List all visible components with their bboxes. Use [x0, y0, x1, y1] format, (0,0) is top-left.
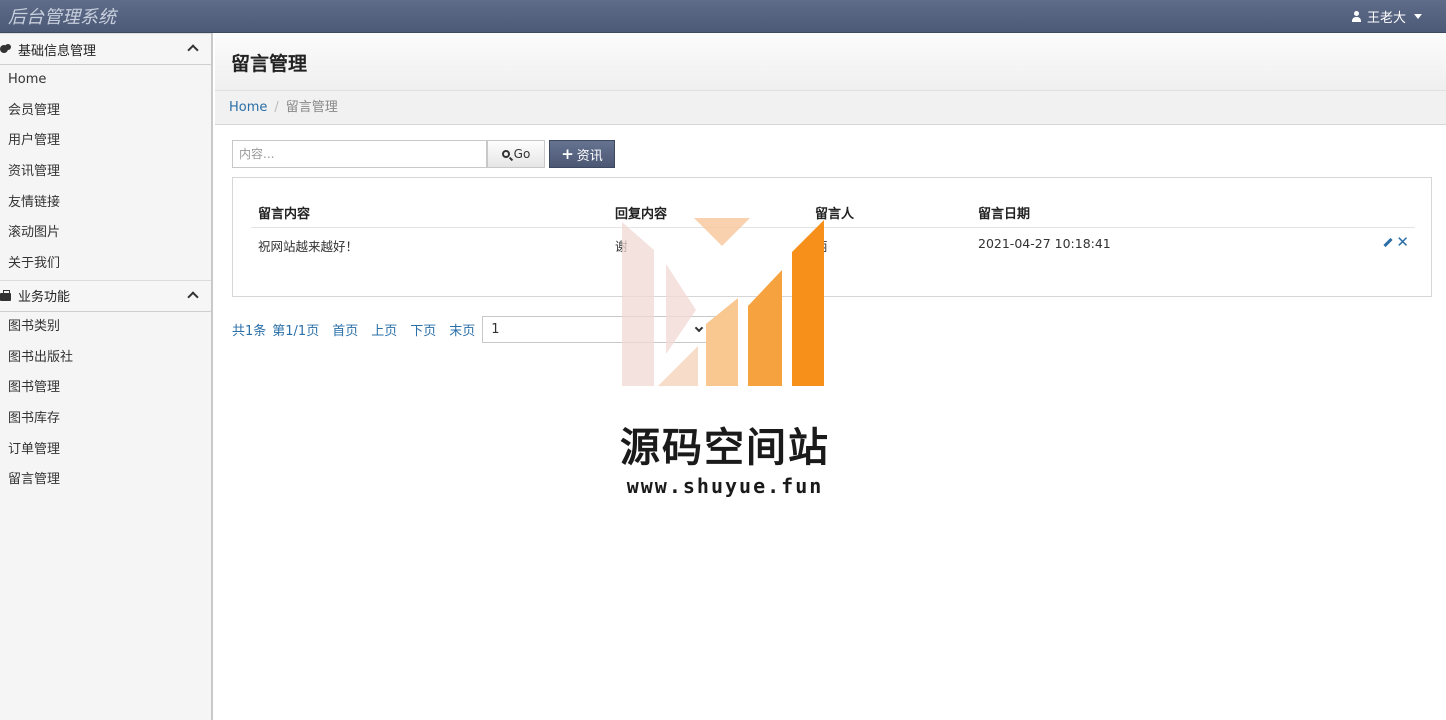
- sidebar-item-slides[interactable]: 滚动图片: [0, 218, 211, 249]
- table-row: 祝网站越来越好！ 谢 丽 2021-04-27 10:18:41 ✕: [251, 228, 1415, 260]
- row-actions: ✕: [1383, 235, 1409, 250]
- sidebar-item-publisher[interactable]: 图书出版社: [0, 343, 211, 374]
- pager-page-info: 第1/1页: [272, 323, 320, 339]
- gears-icon: [0, 43, 12, 55]
- watermark-title: 源码空间站: [620, 425, 830, 471]
- briefcase-icon: [0, 289, 12, 302]
- plus-icon: +: [561, 144, 574, 163]
- user-icon: [1351, 10, 1362, 23]
- chevron-up-icon: [187, 291, 199, 303]
- sidebar-item-home[interactable]: Home: [0, 65, 211, 96]
- sidebar-item-about[interactable]: 关于我们: [0, 249, 211, 280]
- sidebar-group-basic[interactable]: 基础信息管理: [0, 33, 211, 65]
- watermark-logo: [622, 218, 824, 386]
- sidebar-item-news[interactable]: 资讯管理: [0, 157, 211, 188]
- sidebar-item-books[interactable]: 图书管理: [0, 373, 211, 404]
- sidebar-item-links[interactable]: 友情链接: [0, 188, 211, 219]
- delete-icon[interactable]: ✕: [1396, 235, 1409, 250]
- user-name: 王老大: [1366, 11, 1406, 26]
- go-button[interactable]: Go: [487, 140, 545, 168]
- chevron-up-icon: [187, 44, 199, 56]
- search-icon: [501, 150, 510, 158]
- sidebar-item-orders[interactable]: 订单管理: [0, 435, 211, 466]
- sidebar-item-book-category[interactable]: 图书类别: [0, 312, 211, 343]
- sidebar-group-business[interactable]: 业务功能: [0, 279, 211, 312]
- sidebar-item-users[interactable]: 用户管理: [0, 126, 211, 157]
- sidebar: 基础信息管理 Home 会员管理 用户管理 资讯管理 友情链接 滚动图片 关于我…: [0, 33, 213, 720]
- sidebar-group-title: 基础信息管理: [18, 43, 97, 59]
- go-button-label: Go: [513, 147, 531, 161]
- caret-down-icon: [1414, 14, 1422, 19]
- breadcrumb-home-link[interactable]: Home: [229, 100, 267, 115]
- breadcrumb: Home / 留言管理: [215, 91, 1446, 125]
- watermark-url: www.shuyue.fun: [626, 474, 824, 498]
- page-header: 留言管理: [215, 33, 1446, 91]
- user-menu[interactable]: 王老大: [1351, 7, 1422, 26]
- pager-last-link[interactable]: 末页: [449, 320, 475, 339]
- page-title: 留言管理: [231, 53, 308, 75]
- add-news-button[interactable]: + 资讯: [549, 140, 615, 168]
- column-header-date: 留言日期: [978, 207, 1031, 222]
- table-header: 留言内容 回复内容 留言人 留言日期: [251, 194, 1415, 228]
- breadcrumb-current: 留言管理: [285, 100, 338, 115]
- edit-icon[interactable]: [1383, 237, 1394, 248]
- app-brand[interactable]: 后台管理系统: [8, 3, 116, 29]
- pager-first-link[interactable]: 首页: [332, 320, 358, 339]
- sidebar-item-stock[interactable]: 图书库存: [0, 404, 211, 435]
- sidebar-group-list: Home 会员管理 用户管理 资讯管理 友情链接 滚动图片 关于我们: [0, 65, 211, 280]
- sidebar-item-messages[interactable]: 留言管理: [0, 465, 211, 496]
- pager-prev-link[interactable]: 上页: [371, 320, 397, 339]
- column-header-content: 留言内容: [258, 207, 311, 222]
- top-navbar: 后台管理系统 王老大: [0, 0, 1446, 33]
- sidebar-item-members[interactable]: 会员管理: [0, 96, 211, 127]
- pager-total: 共1条: [232, 323, 267, 339]
- breadcrumb-separator: /: [274, 100, 279, 115]
- message-table-panel: 留言内容 回复内容 留言人 留言日期 祝网站越来越好！ 谢 丽 2021-04-…: [232, 177, 1432, 297]
- cell-date: 2021-04-27 10:18:41: [978, 236, 1111, 251]
- pager-next-link[interactable]: 下页: [410, 320, 436, 339]
- page-select-value: 1: [491, 321, 500, 337]
- sidebar-group-title: 业务功能: [18, 290, 71, 306]
- add-button-label: 资讯: [576, 148, 603, 164]
- cell-content: 祝网站越来越好！: [258, 239, 359, 254]
- sidebar-group-list: 图书类别 图书出版社 图书管理 图书库存 订单管理 留言管理: [0, 311, 211, 496]
- search-input[interactable]: [232, 140, 487, 168]
